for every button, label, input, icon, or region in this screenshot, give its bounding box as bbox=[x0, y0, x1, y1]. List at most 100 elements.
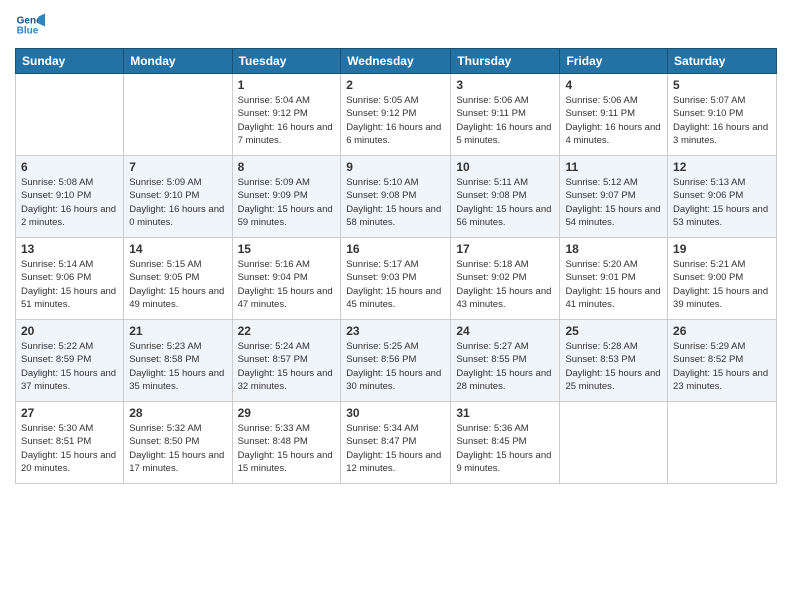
calendar-week-row: 1 Sunrise: 5:04 AM Sunset: 9:12 PM Daylig… bbox=[16, 74, 777, 156]
calendar-cell bbox=[560, 402, 668, 484]
calendar-cell: 17Sunrise: 5:18 AM Sunset: 9:02 PM Dayli… bbox=[451, 238, 560, 320]
day-info: Sunrise: 5:23 AM Sunset: 8:58 PM Dayligh… bbox=[129, 340, 226, 393]
day-info: Sunrise: 5:13 AM Sunset: 9:06 PM Dayligh… bbox=[673, 176, 771, 229]
calendar-cell: 29 Sunrise: 5:33 AM Sunset: 8:48 PM Dayli… bbox=[232, 402, 341, 484]
calendar-cell: 3 Sunrise: 5:06 AM Sunset: 9:11 PM Daylig… bbox=[451, 74, 560, 156]
day-number: 7 bbox=[129, 160, 226, 174]
column-header-thursday: Thursday bbox=[451, 49, 560, 74]
day-number: 13 bbox=[21, 242, 118, 256]
day-info: Sunrise: 5:30 AM Sunset: 8:51 PM Dayligh… bbox=[21, 422, 118, 475]
day-info: Sunrise: 5:17 AM Sunset: 9:03 PM Dayligh… bbox=[346, 258, 445, 311]
calendar-cell: 7 Sunrise: 5:09 AM Sunset: 9:10 PM Daylig… bbox=[124, 156, 232, 238]
logo-icon: General Blue bbox=[15, 10, 45, 40]
calendar-cell bbox=[668, 402, 777, 484]
calendar-cell: 11 Sunrise: 5:12 AM Sunset: 9:07 PM Dayli… bbox=[560, 156, 668, 238]
calendar-cell: 26Sunrise: 5:29 AM Sunset: 8:52 PM Dayli… bbox=[668, 320, 777, 402]
calendar-cell: 23Sunrise: 5:25 AM Sunset: 8:56 PM Dayli… bbox=[341, 320, 451, 402]
day-info: Sunrise: 5:21 AM Sunset: 9:00 PM Dayligh… bbox=[673, 258, 771, 311]
column-header-friday: Friday bbox=[560, 49, 668, 74]
day-number: 15 bbox=[238, 242, 336, 256]
calendar-cell: 19 Sunrise: 5:21 AM Sunset: 9:00 PM Dayli… bbox=[668, 238, 777, 320]
calendar-cell: 31 Sunrise: 5:36 AM Sunset: 8:45 PM Dayli… bbox=[451, 402, 560, 484]
svg-text:Blue: Blue bbox=[17, 25, 39, 36]
day-number: 10 bbox=[456, 160, 554, 174]
day-info: Sunrise: 5:05 AM Sunset: 9:12 PM Dayligh… bbox=[346, 94, 445, 147]
calendar-cell: 27 Sunrise: 5:30 AM Sunset: 8:51 PM Dayli… bbox=[16, 402, 124, 484]
day-info: Sunrise: 5:22 AM Sunset: 8:59 PM Dayligh… bbox=[21, 340, 118, 393]
column-header-tuesday: Tuesday bbox=[232, 49, 341, 74]
day-info: Sunrise: 5:28 AM Sunset: 8:53 PM Dayligh… bbox=[565, 340, 662, 393]
day-info: Sunrise: 5:09 AM Sunset: 9:10 PM Dayligh… bbox=[129, 176, 226, 229]
day-info: Sunrise: 5:06 AM Sunset: 9:11 PM Dayligh… bbox=[456, 94, 554, 147]
calendar-week-row: 20 Sunrise: 5:22 AM Sunset: 8:59 PM Dayli… bbox=[16, 320, 777, 402]
day-number: 24 bbox=[456, 324, 554, 338]
column-header-sunday: Sunday bbox=[16, 49, 124, 74]
day-number: 3 bbox=[456, 78, 554, 92]
day-number: 5 bbox=[673, 78, 771, 92]
calendar-cell: 2Sunrise: 5:05 AM Sunset: 9:12 PM Daylig… bbox=[341, 74, 451, 156]
day-number: 19 bbox=[673, 242, 771, 256]
day-number: 14 bbox=[129, 242, 226, 256]
day-number: 28 bbox=[129, 406, 226, 420]
calendar-cell: 6Sunrise: 5:08 AM Sunset: 9:10 PM Daylig… bbox=[16, 156, 124, 238]
day-info: Sunrise: 5:32 AM Sunset: 8:50 PM Dayligh… bbox=[129, 422, 226, 475]
day-number: 16 bbox=[346, 242, 445, 256]
calendar-week-row: 13 Sunrise: 5:14 AM Sunset: 9:06 PM Dayli… bbox=[16, 238, 777, 320]
day-info: Sunrise: 5:20 AM Sunset: 9:01 PM Dayligh… bbox=[565, 258, 662, 311]
calendar-cell: 18 Sunrise: 5:20 AM Sunset: 9:01 PM Dayli… bbox=[560, 238, 668, 320]
day-number: 12 bbox=[673, 160, 771, 174]
day-info: Sunrise: 5:34 AM Sunset: 8:47 PM Dayligh… bbox=[346, 422, 445, 475]
calendar-cell: 4 Sunrise: 5:06 AM Sunset: 9:11 PM Daylig… bbox=[560, 74, 668, 156]
day-info: Sunrise: 5:07 AM Sunset: 9:10 PM Dayligh… bbox=[673, 94, 771, 147]
day-number: 27 bbox=[21, 406, 118, 420]
day-info: Sunrise: 5:12 AM Sunset: 9:07 PM Dayligh… bbox=[565, 176, 662, 229]
day-number: 29 bbox=[238, 406, 336, 420]
calendar-cell: 12 Sunrise: 5:13 AM Sunset: 9:06 PM Dayli… bbox=[668, 156, 777, 238]
calendar-week-row: 6Sunrise: 5:08 AM Sunset: 9:10 PM Daylig… bbox=[16, 156, 777, 238]
day-info: Sunrise: 5:15 AM Sunset: 9:05 PM Dayligh… bbox=[129, 258, 226, 311]
day-info: Sunrise: 5:36 AM Sunset: 8:45 PM Dayligh… bbox=[456, 422, 554, 475]
calendar-header: General Blue bbox=[15, 10, 777, 40]
day-info: Sunrise: 5:10 AM Sunset: 9:08 PM Dayligh… bbox=[346, 176, 445, 229]
day-info: Sunrise: 5:29 AM Sunset: 8:52 PM Dayligh… bbox=[673, 340, 771, 393]
calendar-cell: 20 Sunrise: 5:22 AM Sunset: 8:59 PM Dayli… bbox=[16, 320, 124, 402]
day-number: 20 bbox=[21, 324, 118, 338]
calendar-cell: 13 Sunrise: 5:14 AM Sunset: 9:06 PM Dayli… bbox=[16, 238, 124, 320]
calendar-cell: 15 Sunrise: 5:16 AM Sunset: 9:04 PM Dayli… bbox=[232, 238, 341, 320]
day-number: 1 bbox=[238, 78, 336, 92]
day-info: Sunrise: 5:09 AM Sunset: 9:09 PM Dayligh… bbox=[238, 176, 336, 229]
day-number: 4 bbox=[565, 78, 662, 92]
calendar-week-row: 27 Sunrise: 5:30 AM Sunset: 8:51 PM Dayli… bbox=[16, 402, 777, 484]
calendar-header-row: SundayMondayTuesdayWednesdayThursdayFrid… bbox=[16, 49, 777, 74]
calendar-cell: 24 Sunrise: 5:27 AM Sunset: 8:55 PM Dayli… bbox=[451, 320, 560, 402]
day-info: Sunrise: 5:27 AM Sunset: 8:55 PM Dayligh… bbox=[456, 340, 554, 393]
day-info: Sunrise: 5:25 AM Sunset: 8:56 PM Dayligh… bbox=[346, 340, 445, 393]
calendar-cell: 9 Sunrise: 5:10 AM Sunset: 9:08 PM Daylig… bbox=[341, 156, 451, 238]
day-number: 18 bbox=[565, 242, 662, 256]
calendar-cell: 1 Sunrise: 5:04 AM Sunset: 9:12 PM Daylig… bbox=[232, 74, 341, 156]
day-number: 9 bbox=[346, 160, 445, 174]
day-number: 11 bbox=[565, 160, 662, 174]
day-number: 6 bbox=[21, 160, 118, 174]
day-info: Sunrise: 5:33 AM Sunset: 8:48 PM Dayligh… bbox=[238, 422, 336, 475]
day-number: 17 bbox=[456, 242, 554, 256]
day-info: Sunrise: 5:06 AM Sunset: 9:11 PM Dayligh… bbox=[565, 94, 662, 147]
calendar-cell: 25 Sunrise: 5:28 AM Sunset: 8:53 PM Dayli… bbox=[560, 320, 668, 402]
calendar-cell bbox=[124, 74, 232, 156]
column-header-wednesday: Wednesday bbox=[341, 49, 451, 74]
day-info: Sunrise: 5:14 AM Sunset: 9:06 PM Dayligh… bbox=[21, 258, 118, 311]
day-number: 25 bbox=[565, 324, 662, 338]
calendar-cell bbox=[16, 74, 124, 156]
day-number: 21 bbox=[129, 324, 226, 338]
day-info: Sunrise: 5:16 AM Sunset: 9:04 PM Dayligh… bbox=[238, 258, 336, 311]
calendar-table: SundayMondayTuesdayWednesdayThursdayFrid… bbox=[15, 48, 777, 484]
calendar-cell: 5 Sunrise: 5:07 AM Sunset: 9:10 PM Daylig… bbox=[668, 74, 777, 156]
day-number: 31 bbox=[456, 406, 554, 420]
day-number: 30 bbox=[346, 406, 445, 420]
day-info: Sunrise: 5:04 AM Sunset: 9:12 PM Dayligh… bbox=[238, 94, 336, 147]
calendar-cell: 22Sunrise: 5:24 AM Sunset: 8:57 PM Dayli… bbox=[232, 320, 341, 402]
column-header-monday: Monday bbox=[124, 49, 232, 74]
calendar-cell: 30 Sunrise: 5:34 AM Sunset: 8:47 PM Dayli… bbox=[341, 402, 451, 484]
calendar-cell: 14 Sunrise: 5:15 AM Sunset: 9:05 PM Dayli… bbox=[124, 238, 232, 320]
column-header-saturday: Saturday bbox=[668, 49, 777, 74]
